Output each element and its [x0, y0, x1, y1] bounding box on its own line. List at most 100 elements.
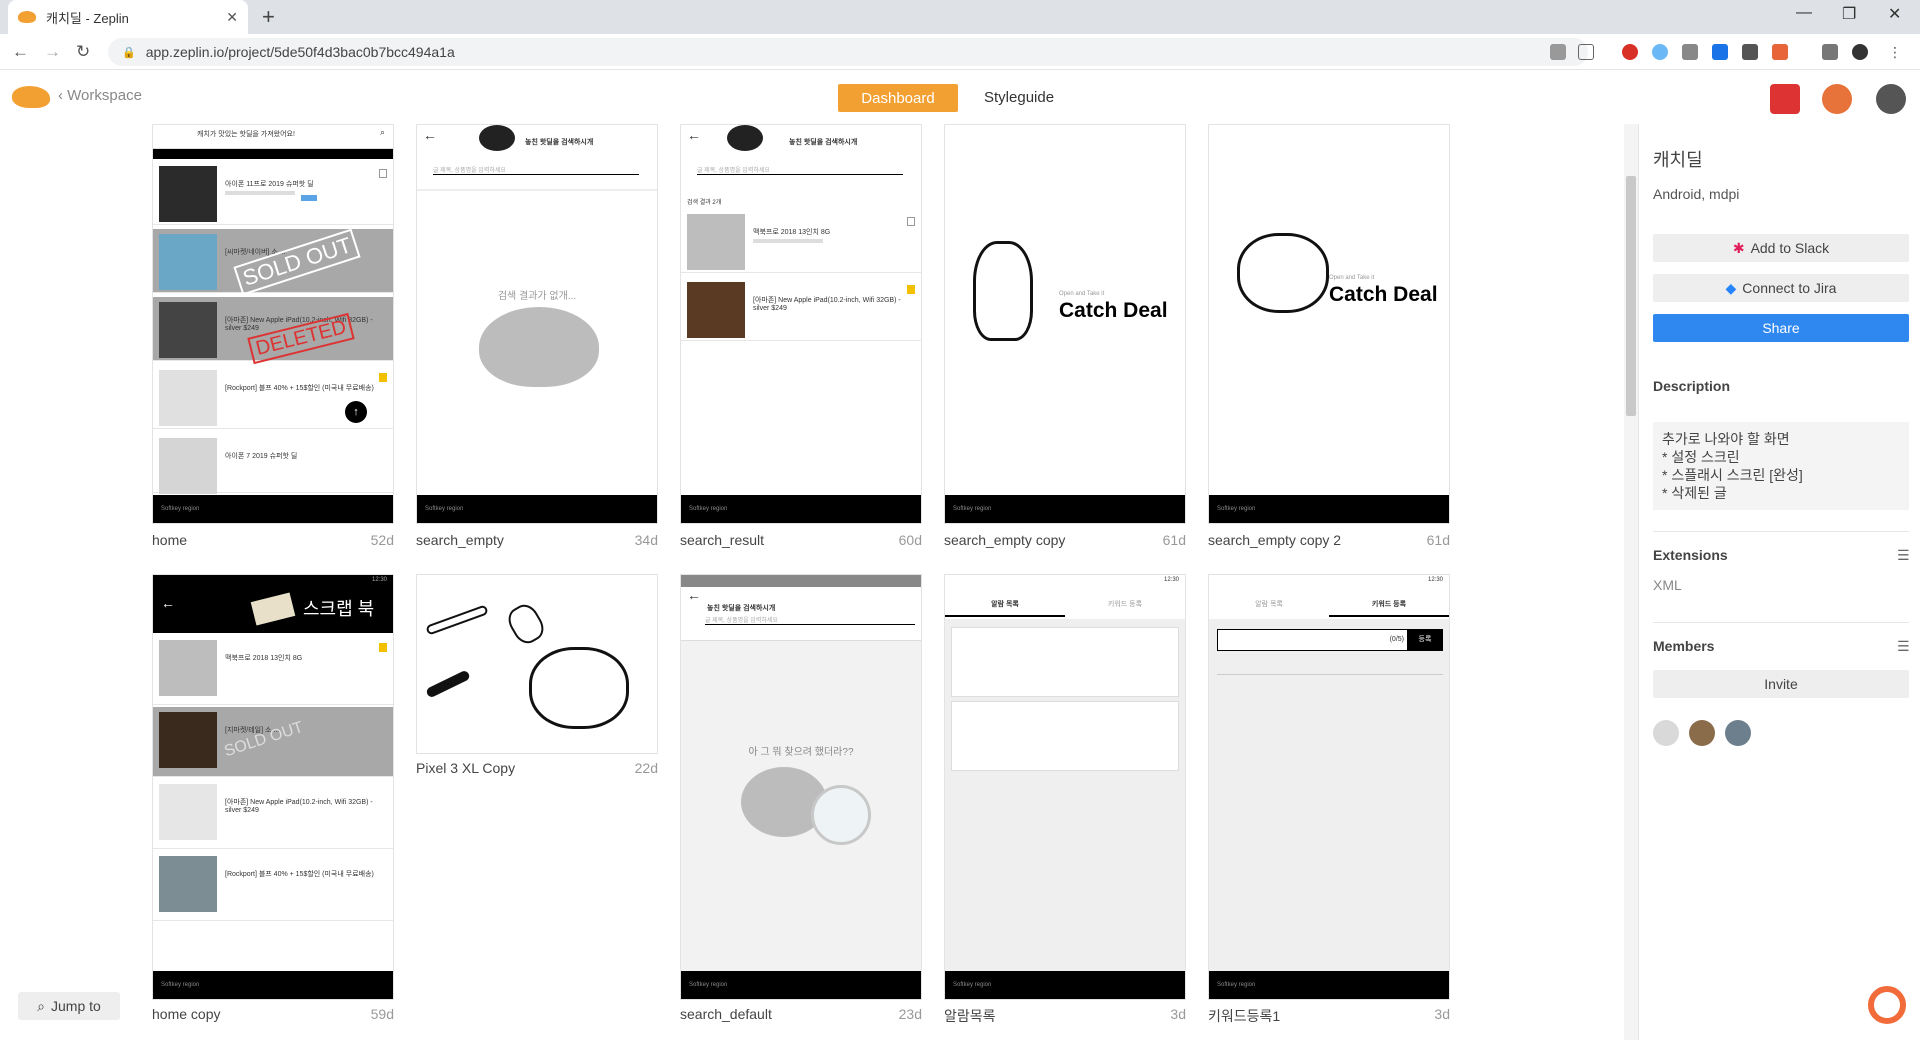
screen-label[interactable]: 알람목록: [944, 1006, 996, 1026]
search-header: ← 놓친 핫딜을 검색하시개 글 제목, 상품명을 입력하세요: [681, 575, 921, 641]
list-item: [Rockport] 블프 40% + 15$할인 (미국내 무료배송) ↑: [153, 365, 393, 429]
members-heading: Members: [1653, 638, 1715, 654]
project-icon[interactable]: [1770, 84, 1800, 114]
extension-red-icon[interactable]: [1622, 44, 1638, 60]
zeplin-logo-icon[interactable]: [12, 86, 50, 108]
screen-label[interactable]: 키워드등록1: [1208, 1006, 1280, 1026]
screen-label[interactable]: search_empty copy 2: [1208, 532, 1341, 548]
screen-search-empty[interactable]: ← 놓친 핫딜을 검색하시개 글 제목, 상품명을 입력하세요 검색 결과가 없…: [416, 124, 658, 524]
jump-to-button[interactable]: ⌕ Jump to: [18, 992, 120, 1020]
url-field[interactable]: 🔒 app.zeplin.io/project/5de50f4d3bac0b7b…: [108, 38, 1588, 66]
item-thumbnail: [159, 438, 217, 494]
search-icon: ⌕: [37, 997, 46, 1014]
browser-tab[interactable]: 캐치딜 - Zeplin ✕: [8, 0, 248, 34]
item-title: [Rockport] 블프 40% + 15$할인 (미국내 무료배송): [225, 871, 374, 878]
item-thumbnail: [159, 784, 217, 840]
invite-button[interactable]: Invite: [1653, 670, 1909, 698]
item-meta: [753, 239, 823, 243]
screen-label[interactable]: home copy: [152, 1006, 220, 1022]
translate-icon[interactable]: [1550, 44, 1566, 60]
extension-xml[interactable]: XML: [1653, 577, 1682, 593]
item-thumbnail: [687, 282, 745, 338]
scrollbar-thumb[interactable]: [1626, 176, 1636, 416]
item-title: 아이폰 7 2019 슈퍼핫 딜: [225, 453, 298, 460]
screen-home[interactable]: 캐치가 맛있는 핫딜을 가져왔어요! ⌕ 아이폰 11프로 2019 슈퍼핫 딜…: [152, 124, 394, 524]
empty-message: 검색 결과가 없개...: [497, 291, 577, 302]
add-to-slack-button[interactable]: ✱ Add to Slack: [1653, 234, 1909, 262]
extension-gray-icon[interactable]: [1682, 44, 1698, 60]
item-thumbnail: [159, 166, 217, 222]
members-settings-icon[interactable]: ☰: [1897, 638, 1910, 655]
workspace-link[interactable]: ‹ Workspace: [58, 87, 142, 104]
bookmark-icon: [907, 285, 915, 294]
back-icon[interactable]: ←: [12, 42, 29, 62]
back-arrow-icon: ←: [687, 587, 701, 603]
extension-k-icon[interactable]: [1742, 44, 1758, 60]
screen-label[interactable]: search_empty copy: [944, 532, 1065, 548]
extensions-settings-icon[interactable]: ☰: [1897, 547, 1910, 564]
tab-alarm: 알람 목록: [945, 599, 1065, 617]
screen-label[interactable]: search_result: [680, 532, 764, 548]
bookmark-star-icon[interactable]: [1578, 44, 1594, 60]
description-text[interactable]: 추가로 나와야 할 화면 * 설정 스크린 * 스플래시 스크린 [완성] * …: [1653, 422, 1909, 510]
close-tab-icon[interactable]: ✕: [226, 9, 238, 26]
profile-avatar[interactable]: [1852, 44, 1868, 60]
list-item: 아이폰 11프로 2019 슈퍼핫 딜: [153, 161, 393, 225]
screen-keyword-register[interactable]: 12:30 알람 목록 키워드 등록 (0/5) 등록 Softkey regi…: [1208, 574, 1450, 1000]
dog-illustration: [973, 241, 1033, 341]
slack-icon: ✱: [1732, 239, 1745, 256]
screen-alarm-list[interactable]: 12:30 알람 목록 키워드 등록 Softkey region: [944, 574, 1186, 1000]
tab-header: 12:30 알람 목록 키워드 등록: [1209, 575, 1449, 619]
dashboard-tab[interactable]: Dashboard: [838, 84, 958, 112]
minimize-icon[interactable]: —: [1796, 4, 1812, 22]
list-item: 맥북프로 2018 13인치 8G: [681, 209, 921, 273]
maximize-icon[interactable]: ❐: [1842, 4, 1856, 24]
connect-to-jira-button[interactable]: ◆ Connect to Jira: [1653, 274, 1909, 302]
screen-age: 3d: [1434, 1006, 1450, 1022]
help-icon[interactable]: [1868, 986, 1906, 1024]
styleguide-tab[interactable]: Styleguide: [984, 89, 1054, 106]
result-count: 검색 결과 2개: [687, 200, 722, 206]
screen-search-empty-copy-2[interactable]: Open and Take it Catch Deal Softkey regi…: [1208, 124, 1450, 524]
extension-orange-icon[interactable]: [1772, 44, 1788, 60]
screen-search-empty-copy[interactable]: Open and Take it Catch Deal Softkey regi…: [944, 124, 1186, 524]
search-field: 글 제목, 상품명을 입력하세요: [433, 165, 639, 175]
bone-icon: [425, 669, 471, 699]
screen-label[interactable]: search_default: [680, 1006, 772, 1022]
reading-list-icon[interactable]: [1822, 44, 1838, 60]
screen-age: 34d: [634, 532, 658, 548]
screen-age: 23d: [898, 1006, 922, 1022]
list-item: 맥북프로 2018 13인치 8G: [153, 635, 393, 705]
member-avatar[interactable]: [1725, 720, 1751, 746]
dog-icon: [479, 125, 515, 151]
screen-label[interactable]: home: [152, 532, 187, 548]
forward-icon[interactable]: →: [44, 42, 61, 62]
url-text: app.zeplin.io/project/5de50f4d3bac0b7bcc…: [145, 44, 455, 60]
extension-react-icon[interactable]: [1652, 44, 1668, 60]
zeplin-header: ‹ Workspace Dashboard Styleguide: [0, 70, 1920, 124]
search-field: 글 제목, 상품명을 입력하세요: [697, 165, 903, 175]
status-time: 12:30: [371, 577, 387, 583]
screen-label[interactable]: search_empty: [416, 532, 504, 548]
member-avatar[interactable]: [1689, 720, 1715, 746]
screen-label[interactable]: Pixel 3 XL Copy: [416, 760, 515, 776]
new-tab-icon[interactable]: +: [262, 4, 275, 30]
share-button[interactable]: Share: [1653, 314, 1909, 342]
tab-keyword: 키워드 등록: [1329, 599, 1449, 617]
reload-icon[interactable]: ↻: [76, 42, 90, 62]
notifications-icon[interactable]: [1822, 84, 1852, 114]
item-thumbnail: [159, 712, 217, 768]
playing-dog-illustration: [529, 647, 629, 729]
user-avatar[interactable]: [1876, 84, 1906, 114]
screen-home-copy[interactable]: 12:30 ← 스크랩 북 맥북프로 2018 13인치 8G [지마켓/테일]…: [152, 574, 394, 1000]
member-avatar[interactable]: [1653, 720, 1679, 746]
menu-icon[interactable]: ⋮: [1888, 44, 1904, 60]
item-thumbnail: [159, 234, 217, 290]
close-window-icon[interactable]: ✕: [1888, 4, 1901, 24]
extension-shield-icon[interactable]: [1712, 44, 1728, 60]
screen-pixel-3-xl-copy[interactable]: [416, 574, 658, 754]
screen-search-default[interactable]: ← 놓친 핫딜을 검색하시개 글 제목, 상품명을 입력하세요 아 그 뭐 찾으…: [680, 574, 922, 1000]
screen-search-result[interactable]: ← 놓친 핫딜을 검색하시개 글 제목, 상품명을 입력하세요 검색 결과 2개…: [680, 124, 922, 524]
item-title: [Rockport] 블프 40% + 15$할인 (미국내 무료배송): [225, 385, 374, 392]
canvas-scrollbar[interactable]: [1624, 124, 1638, 1040]
